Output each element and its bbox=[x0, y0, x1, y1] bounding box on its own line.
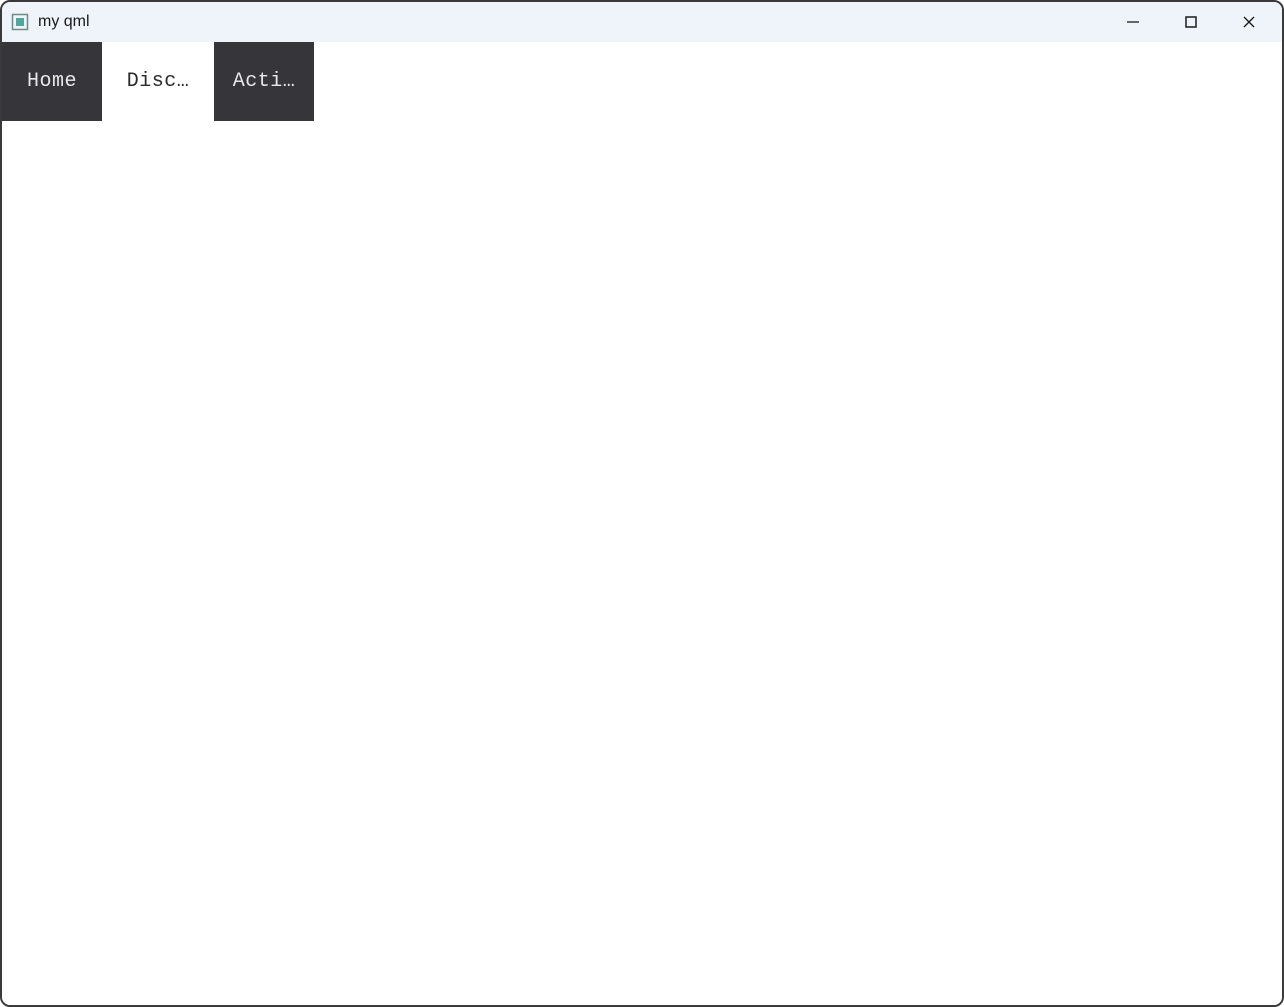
window-title: my qml bbox=[38, 13, 90, 31]
minimize-button[interactable] bbox=[1104, 3, 1162, 41]
maximize-button[interactable] bbox=[1162, 3, 1220, 41]
tab-discover[interactable]: Disc… bbox=[108, 42, 208, 121]
tab-activity-label: Acti… bbox=[233, 70, 296, 93]
tab-home[interactable]: Home bbox=[2, 42, 102, 121]
tab-discover-label: Disc… bbox=[127, 70, 190, 93]
tab-home-label: Home bbox=[27, 70, 77, 93]
tab-bar: Home Disc… Acti… bbox=[2, 42, 1282, 121]
titlebar: my qml bbox=[2, 2, 1282, 42]
tab-activity[interactable]: Acti… bbox=[214, 42, 314, 121]
content-area: Home Disc… Acti… bbox=[2, 42, 1282, 1005]
window-controls bbox=[1104, 2, 1278, 42]
app-icon bbox=[10, 12, 30, 32]
close-button[interactable] bbox=[1220, 3, 1278, 41]
